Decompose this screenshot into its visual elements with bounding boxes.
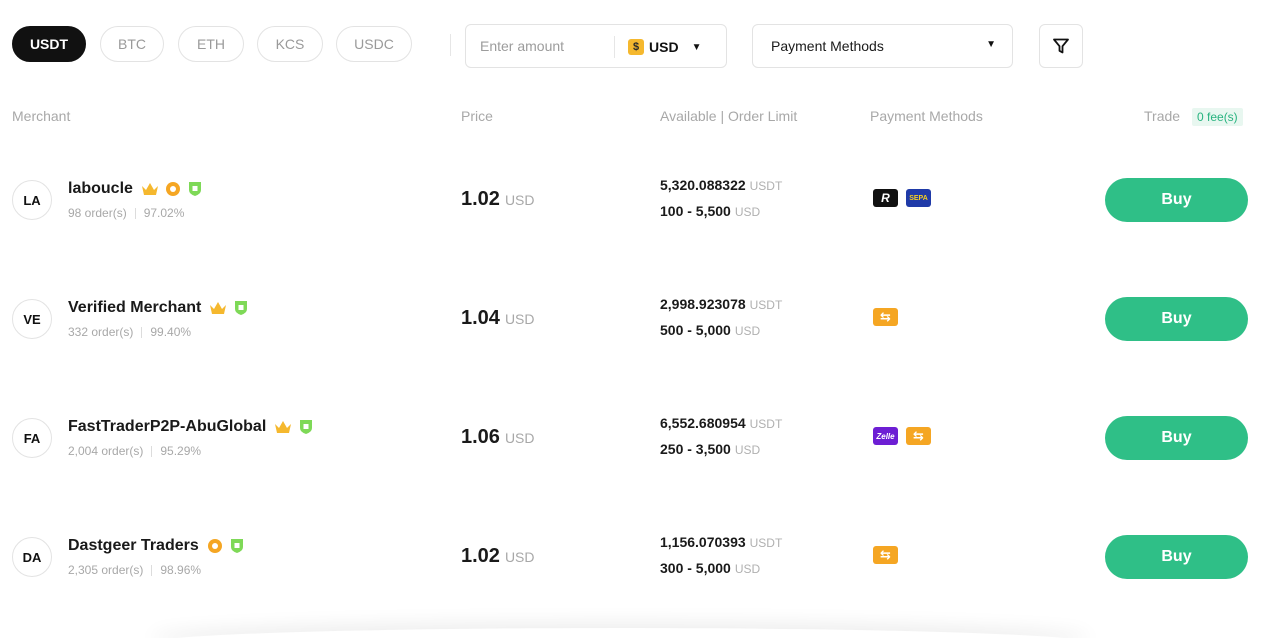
merchant-name[interactable]: Dastgeer Traders <box>68 537 199 555</box>
crown-icon <box>210 302 227 314</box>
amount-input[interactable] <box>467 26 612 66</box>
buy-button[interactable]: Buy <box>1105 297 1248 341</box>
order-count: 2,004 order(s) <box>68 444 144 458</box>
column-header-available: Available | Order Limit <box>660 108 798 124</box>
zero-fee-badge: 0 fee(s) <box>1192 108 1243 126</box>
completion-rate: 98.96% <box>160 563 202 577</box>
coin-tab-btc[interactable]: BTC <box>100 26 164 62</box>
column-header-price: Price <box>461 108 493 124</box>
available-unit: USDT <box>749 417 783 431</box>
avatar: FA <box>12 418 52 458</box>
limit-unit: USD <box>734 562 761 576</box>
available-amount: 2,998.923078 <box>660 296 746 312</box>
column-header-trade: Trade <box>1144 108 1181 124</box>
coin-tab-usdt[interactable]: USDT <box>12 26 86 62</box>
order-limit: 300 - 5,000 <box>660 560 731 576</box>
divider <box>614 36 615 58</box>
buy-button[interactable]: Buy <box>1105 416 1248 460</box>
price-unit: USD <box>504 192 535 208</box>
crown-icon <box>275 421 292 433</box>
order-count: 98 order(s) <box>68 206 127 220</box>
available-unit: USDT <box>749 536 783 550</box>
price-value: 1.04 <box>461 307 500 329</box>
filter-button[interactable] <box>1039 24 1083 68</box>
buy-button[interactable]: Buy <box>1105 178 1248 222</box>
bank-transfer-icon: ⇆ <box>873 546 898 564</box>
column-header-merchant: Merchant <box>12 108 71 124</box>
gold-badge-icon <box>165 182 180 196</box>
order-count: 332 order(s) <box>68 325 134 339</box>
revolut-icon: R <box>873 189 898 207</box>
column-header-payment: Payment Methods <box>870 108 983 124</box>
coin-tab-kcs[interactable]: KCS <box>257 26 323 62</box>
available-unit: USDT <box>749 179 783 193</box>
amount-field: $ USD ▼ <box>465 24 727 68</box>
coin-tab-eth[interactable]: ETH <box>178 26 244 62</box>
caret-down-icon: ▼ <box>691 41 702 53</box>
avatar: DA <box>12 537 52 577</box>
currency-select[interactable]: $ USD ▼ <box>628 35 701 59</box>
avatar: VE <box>12 299 52 339</box>
table-row: FA FastTraderP2P-AbuGlobal 2,004 order(s… <box>0 393 1271 483</box>
available-amount: 6,552.680954 <box>660 415 746 431</box>
merchant-name[interactable]: laboucle <box>68 180 133 198</box>
completion-rate: 97.02% <box>143 206 185 220</box>
gold-badge-icon <box>207 539 222 553</box>
available-amount: 5,320.088322 <box>660 177 746 193</box>
sepa-icon: SEPA <box>906 189 931 207</box>
limit-unit: USD <box>734 443 761 457</box>
price-value: 1.02 <box>461 545 500 567</box>
crown-icon <box>141 183 158 195</box>
merchant-name[interactable]: Verified Merchant <box>68 299 201 317</box>
order-count: 2,305 order(s) <box>68 563 144 577</box>
buy-button[interactable]: Buy <box>1105 535 1248 579</box>
bank-transfer-icon: ⇆ <box>873 308 898 326</box>
filter-funnel-icon <box>1053 38 1069 54</box>
table-header: Merchant Price Available | Order Limit P… <box>0 108 1271 128</box>
payment-methods-select[interactable]: Payment Methods ▼ <box>752 24 1013 68</box>
shield-verified-icon <box>235 301 248 315</box>
shield-verified-icon <box>230 539 243 553</box>
bank-transfer-icon: ⇆ <box>906 427 931 445</box>
coin-tab-usdc[interactable]: USDC <box>336 26 412 62</box>
currency-label: USD <box>649 39 679 55</box>
filter-bar: USDT BTC ETH KCS USDC $ USD ▼ Payment Me… <box>12 22 1271 68</box>
table-row: LA laboucle 98 order(s) 97.02% 1.02 USD 5… <box>0 155 1271 245</box>
table-row: VE Verified Merchant 332 order(s) 99.40% … <box>0 274 1271 364</box>
caret-down-icon: ▼ <box>986 39 996 50</box>
divider <box>450 34 451 56</box>
limit-unit: USD <box>734 324 761 338</box>
available-amount: 1,156.070393 <box>660 534 746 550</box>
price-value: 1.06 <box>461 426 500 448</box>
price-unit: USD <box>504 549 535 565</box>
avatar: LA <box>12 180 52 220</box>
order-limit: 250 - 3,500 <box>660 441 731 457</box>
price-value: 1.02 <box>461 188 500 210</box>
merchant-name[interactable]: FastTraderP2P-AbuGlobal <box>68 418 266 436</box>
dollar-coin-icon: $ <box>628 39 644 55</box>
table-row: DA Dastgeer Traders 2,305 order(s) 98.96%… <box>0 512 1271 602</box>
completion-rate: 99.40% <box>150 325 192 339</box>
price-unit: USD <box>504 430 535 446</box>
order-limit: 500 - 5,000 <box>660 322 731 338</box>
zelle-icon: Zelle <box>873 427 898 445</box>
completion-rate: 95.29% <box>160 444 202 458</box>
order-limit: 100 - 5,500 <box>660 203 731 219</box>
available-unit: USDT <box>749 298 783 312</box>
price-unit: USD <box>504 311 535 327</box>
shield-verified-icon <box>300 420 313 434</box>
payment-methods-label: Payment Methods <box>771 38 884 54</box>
shield-verified-icon <box>188 182 201 196</box>
limit-unit: USD <box>734 205 761 219</box>
scroll-shadow <box>150 628 1091 638</box>
